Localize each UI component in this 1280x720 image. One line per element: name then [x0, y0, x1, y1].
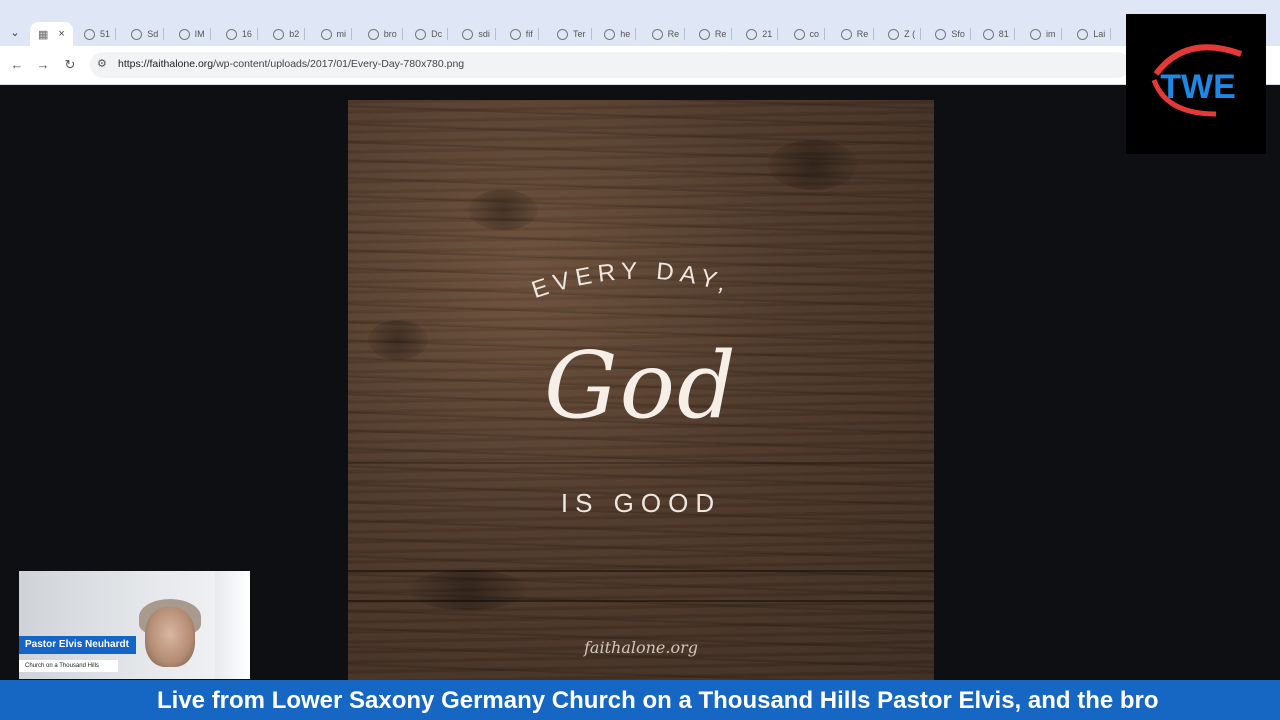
browser-tab[interactable]: Lai — [1077, 22, 1112, 46]
tab-label: sdi — [478, 29, 490, 39]
tab-label: Ter — [573, 29, 586, 39]
browser-tab[interactable]: 16 — [225, 22, 258, 46]
browser-tab[interactable]: mi — [320, 22, 352, 46]
tab-label: Sfo — [951, 29, 965, 39]
browser-tab[interactable]: Re — [698, 22, 733, 46]
globe-icon — [320, 28, 332, 40]
browser-tab[interactable]: bro — [367, 22, 403, 46]
browser-tab[interactable]: Re — [840, 22, 875, 46]
watermark: faithalone.org — [584, 638, 698, 657]
tab-label: fif — [525, 29, 533, 39]
twe-logo-mark: TWE — [1151, 44, 1243, 117]
globe-icon — [367, 28, 379, 40]
globe-icon — [84, 28, 95, 40]
tab-label: Re — [856, 29, 869, 39]
tab-search-button[interactable]: ⌄ — [6, 24, 24, 42]
globe-icon — [131, 28, 143, 40]
globe-icon — [935, 28, 947, 40]
tab-active[interactable]: ▦ × — [30, 22, 73, 46]
globe-icon — [1030, 28, 1041, 40]
is-good-text: IS GOOD — [560, 488, 722, 518]
twe-logo: TWE — [1126, 14, 1266, 154]
globe-icon — [982, 28, 994, 40]
presenter-church: Church on a Thousand Hills — [19, 660, 118, 672]
globe-icon — [793, 28, 805, 40]
browser-tab[interactable]: IM — [178, 22, 211, 46]
browser-tab[interactable]: he — [604, 22, 637, 46]
tab-label: b2 — [289, 29, 300, 39]
close-icon[interactable]: × — [58, 28, 64, 40]
browser-tab[interactable]: Ter — [557, 22, 592, 46]
browser-tab[interactable]: co — [793, 22, 826, 46]
tab-label: im — [1046, 29, 1056, 39]
globe-icon — [178, 28, 190, 40]
every-day-arc-text: EVERY DAY, — [528, 258, 735, 304]
globe-icon — [225, 28, 237, 40]
god-script-text: God — [544, 332, 738, 439]
reload-icon[interactable]: ↻ — [62, 57, 78, 73]
tab-label: mi — [336, 29, 347, 39]
globe-icon — [651, 28, 663, 40]
tab-label: bro — [383, 29, 397, 39]
every-day-image: EVERY DAY, God IS GOOD faithalone.org — [348, 100, 934, 680]
url-text: https://faithalone.org/wp-content/upload… — [118, 58, 465, 70]
ticker-text: Live from Lower Saxony Germany Church on… — [157, 687, 1159, 714]
globe-icon — [604, 28, 616, 40]
browser-tab[interactable]: 81 — [982, 22, 1015, 46]
globe-icon — [557, 28, 568, 40]
svg-text:TWE: TWE — [1160, 68, 1236, 106]
presenter-face — [145, 607, 195, 667]
browser-tab[interactable]: b2 — [273, 22, 306, 46]
browser-tab[interactable]: Z ( — [888, 22, 922, 46]
forward-arrow-icon[interactable]: → — [35, 57, 51, 73]
tab-label: 81 — [998, 29, 1009, 39]
tab-label: he — [620, 29, 631, 39]
globe-icon — [273, 28, 285, 40]
browser-tab[interactable]: sdi — [462, 22, 496, 46]
tab-label: 16 — [241, 29, 252, 39]
globe-icon — [415, 28, 427, 40]
tab-label: Re — [667, 29, 680, 39]
tab-label: Lai — [1093, 29, 1106, 39]
tab-label: Z ( — [904, 29, 916, 39]
tab-label: Sd — [147, 29, 159, 39]
globe-icon — [840, 28, 852, 40]
browser-tab-strip: ⌄ ▦ × 51 Sd IM 16 b2 mi bro Dc sdi fif Ter he Re Re 21… — [0, 0, 1280, 46]
grid-icon: ▦ — [38, 28, 49, 41]
tab-label: Re — [714, 29, 727, 39]
browser-tab[interactable]: Re — [651, 22, 686, 46]
back-arrow-icon[interactable]: ← — [9, 57, 25, 73]
svg-text:EVERY DAY,: EVERY DAY, — [528, 258, 735, 304]
globe-icon — [888, 28, 900, 40]
tab-label: 51 — [100, 29, 111, 39]
browser-tab[interactable]: 51 — [84, 22, 117, 46]
address-bar[interactable]: ⚙ https://faithalone.org/wp-content/uplo… — [90, 52, 1130, 78]
presenter-name: Pastor Elvis Neuhardt — [19, 636, 136, 654]
browser-tab[interactable]: fif — [509, 22, 539, 46]
browser-tab[interactable]: Sfo — [935, 22, 971, 46]
globe-icon — [746, 28, 758, 40]
globe-icon — [698, 28, 710, 40]
globe-icon — [462, 28, 474, 40]
browser-tab[interactable]: im — [1030, 22, 1062, 46]
tab-label: co — [809, 29, 820, 39]
tab-label: IM — [194, 29, 205, 39]
site-settings-icon[interactable]: ⚙ — [97, 57, 107, 70]
browser-tab[interactable]: Dc — [415, 22, 449, 46]
news-ticker: Live from Lower Saxony Germany Church on… — [0, 680, 1280, 720]
tab-label: 21 — [762, 29, 773, 39]
browser-tab[interactable]: Sd — [131, 22, 165, 46]
tab-label: Dc — [431, 29, 443, 39]
globe-icon — [509, 28, 521, 40]
browser-tab[interactable]: 21 — [746, 22, 779, 46]
globe-icon — [1077, 28, 1089, 40]
browser-toolbar: ← → ↻ ⚙ https://faithalone.org/wp-conten… — [0, 46, 1280, 85]
